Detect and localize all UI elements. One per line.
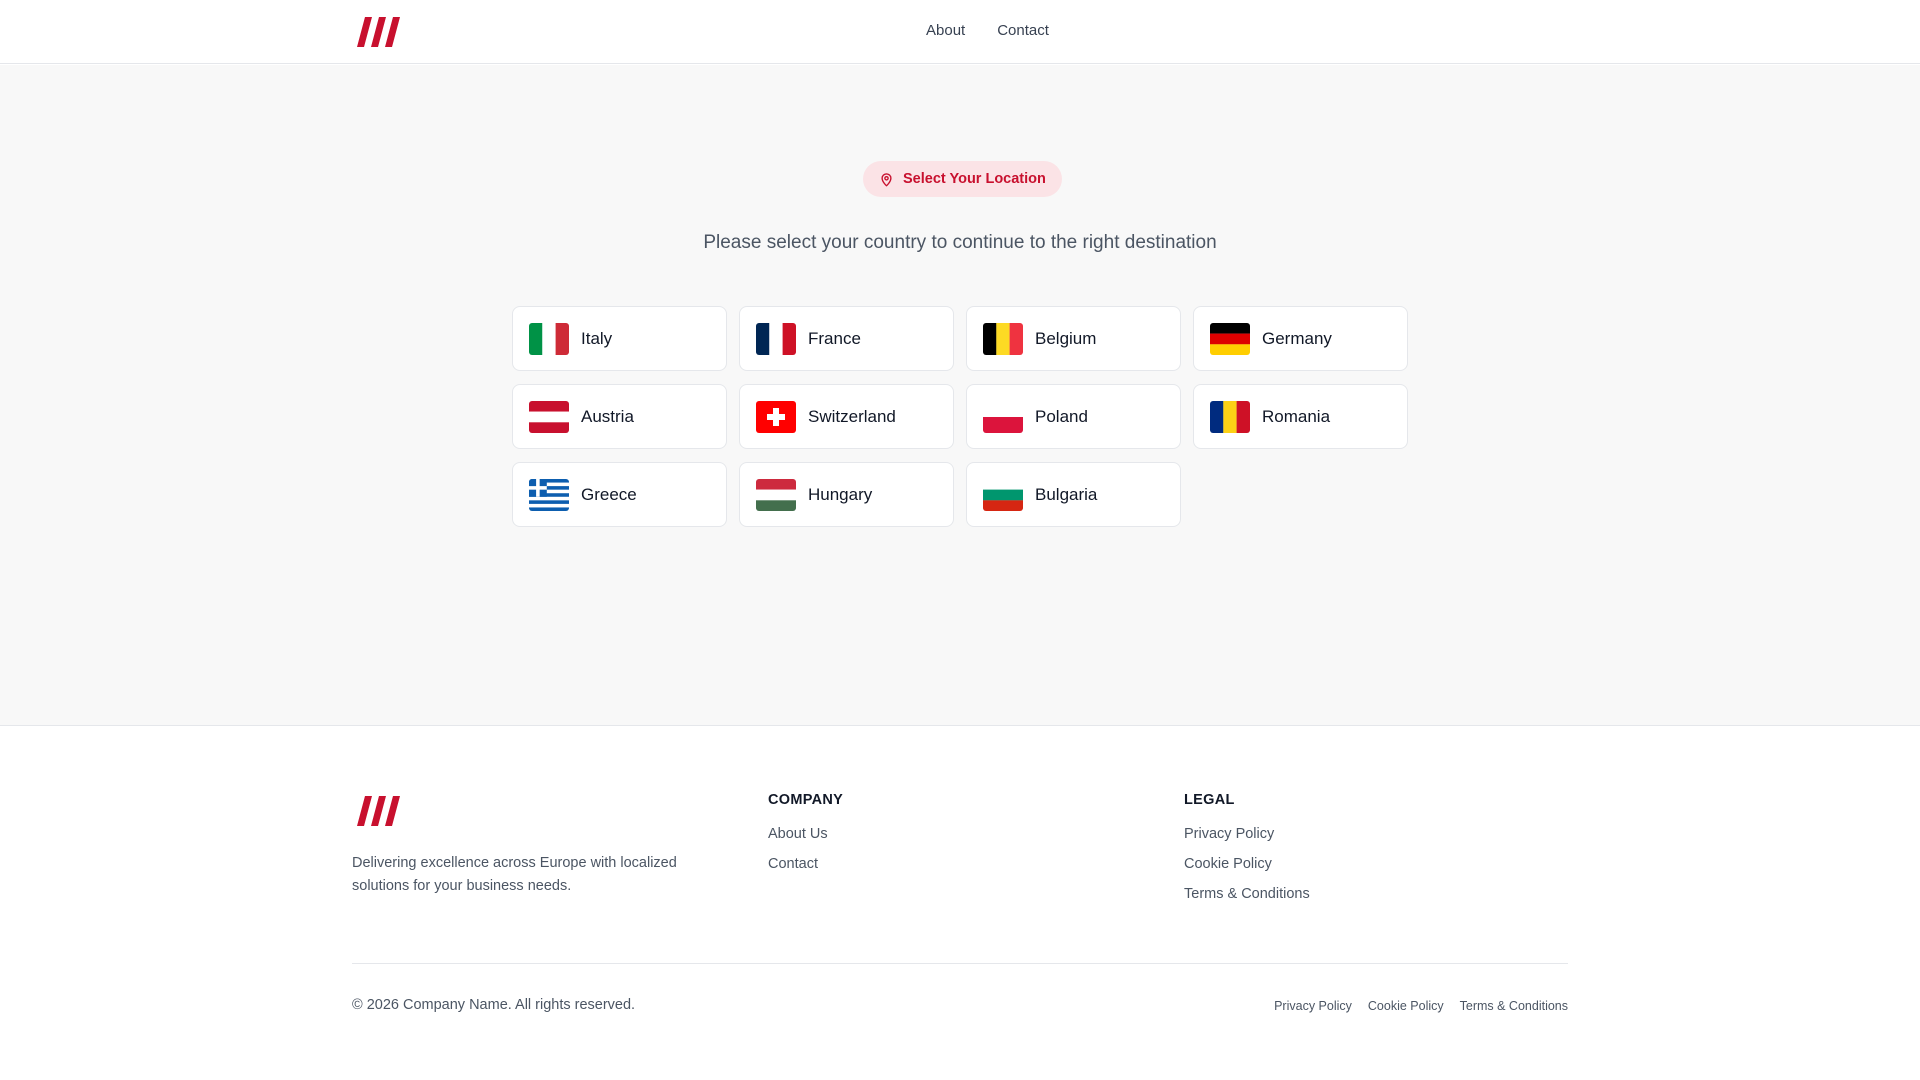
romania-flag-icon [1210,400,1250,433]
footer-description: Delivering excellence across Europe with… [352,855,677,894]
country-card-hungary[interactable]: Hungary [739,462,954,527]
country-name: Italy [581,328,613,348]
bottom-cookie-policy-link[interactable]: Cookie Policy [1368,999,1444,1013]
footer-legal-column: LEGAL Privacy Policy Cookie Policy Terms… [1184,792,1310,916]
france-flag-icon [756,322,796,355]
footer-bottom-links: Privacy Policy Cookie Policy Terms & Con… [1274,999,1568,1013]
footer-cookie-policy-link[interactable]: Cookie Policy [1184,856,1310,872]
country-card-greece[interactable]: Greece [512,462,727,527]
hungary-flag-icon [756,478,796,511]
country-name: Germany [1262,328,1332,348]
country-name: Bulgaria [1035,484,1098,504]
country-name: Belgium [1035,328,1097,348]
footer-legal-heading: LEGAL [1184,792,1235,808]
bulgaria-flag-icon [983,478,1023,511]
nav-about-link[interactable]: About [926,22,965,39]
country-card-germany[interactable]: Germany [1193,306,1408,371]
site-footer: Delivering excellence across Europe with… [0,727,1920,1080]
country-selection-section: Select Your Location Please select your … [0,65,1920,726]
belgium-flag-icon [983,322,1023,355]
country-card-romania[interactable]: Romania [1193,384,1408,449]
switzerland-flag-icon [756,400,796,433]
country-card-switzerland[interactable]: Switzerland [739,384,954,449]
nav-contact-link[interactable]: Contact [997,22,1049,39]
select-location-badge: Select Your Location [863,161,1062,197]
country-name: Greece [581,484,637,504]
footer-logo-icon[interactable] [357,796,401,826]
country-grid: Italy France Belgium Germany Austria Swi… [512,306,1408,527]
footer-privacy-policy-link[interactable]: Privacy Policy [1184,826,1310,842]
country-card-belgium[interactable]: Belgium [966,306,1181,371]
footer-divider [352,963,1568,964]
copyright-text: © 2026 Company Name. All rights reserved… [352,997,636,1013]
main-nav: About Contact [926,22,1049,39]
badge-label: Select Your Location [903,171,1046,187]
footer-about-us-link[interactable]: About Us [768,826,843,842]
austria-flag-icon [529,400,569,433]
country-name: Romania [1262,406,1331,426]
country-card-italy[interactable]: Italy [512,306,727,371]
poland-flag-icon [983,400,1023,433]
greece-flag-icon [529,478,569,511]
country-name: Switzerland [808,406,896,426]
country-card-austria[interactable]: Austria [512,384,727,449]
bottom-terms-link[interactable]: Terms & Conditions [1460,999,1568,1013]
country-name: Poland [1035,406,1088,426]
country-card-poland[interactable]: Poland [966,384,1181,449]
location-pin-icon [881,172,892,186]
site-header: About Contact [0,0,1920,64]
footer-terms-link[interactable]: Terms & Conditions [1184,886,1310,902]
footer-company-heading: COMPANY [768,792,844,808]
country-name: France [808,328,861,348]
footer-company-column: COMPANY About Us Contact [768,792,843,886]
brand-logo-icon[interactable] [357,17,401,47]
country-card-bulgaria[interactable]: Bulgaria [966,462,1181,527]
bottom-privacy-policy-link[interactable]: Privacy Policy [1274,999,1352,1013]
country-card-france[interactable]: France [739,306,954,371]
germany-flag-icon [1210,322,1250,355]
footer-contact-link[interactable]: Contact [768,856,843,872]
country-name: Austria [581,406,634,426]
page-subtitle: Please select your country to continue t… [703,232,1217,253]
country-name: Hungary [808,484,873,504]
italy-flag-icon [529,322,569,355]
